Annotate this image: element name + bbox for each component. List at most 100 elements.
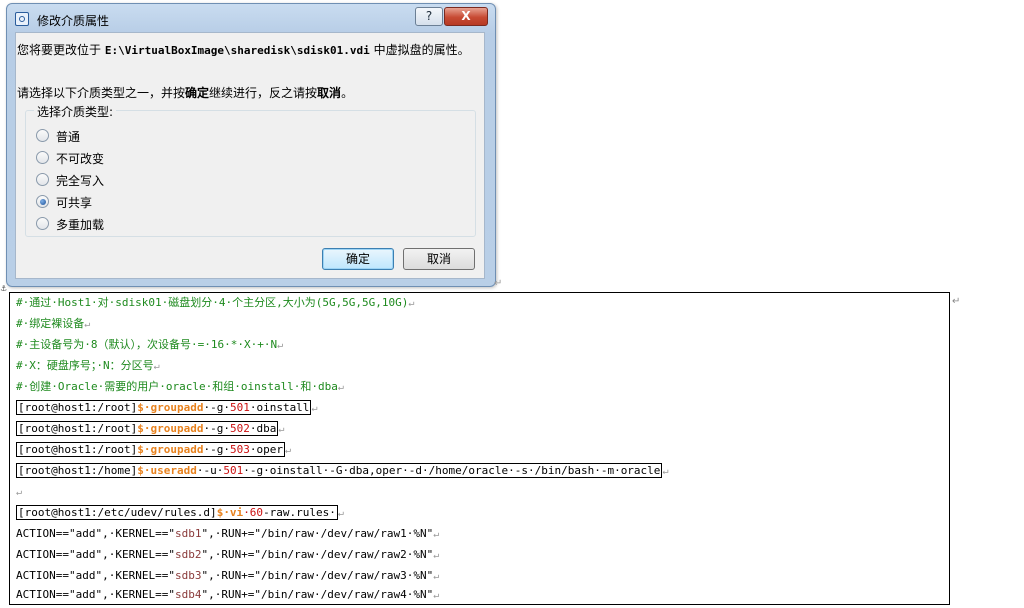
- comment-line: #·绑定裸设备↵: [16, 314, 90, 333]
- paragraph-mark-icon: ↵: [433, 550, 440, 561]
- radio-writethrough-label: 完全写入: [56, 174, 105, 188]
- udev-rule-line: ACTION=="add",·KERNEL=="sdb2",·RUN+="/bi…: [16, 545, 439, 564]
- command-number: 502: [229, 422, 250, 435]
- message-prefix: 您将要更改位于: [17, 43, 102, 57]
- command-args: ·-g·oinstall·-G·dba,oper·-d·/home/oracle…: [243, 464, 661, 477]
- close-button[interactable]: X: [444, 7, 488, 26]
- shell-prompt: [root@host1:/root]: [18, 422, 138, 435]
- command-args: ·dba: [249, 422, 277, 435]
- dialog-titlebar[interactable]: 修改介质属性 ? X: [7, 4, 495, 30]
- command-name: ·vi: [223, 506, 244, 519]
- command-args: ·-g·: [203, 443, 230, 456]
- paragraph-mark-icon: ↵: [952, 296, 961, 307]
- radio-normal-label: 普通: [56, 130, 81, 144]
- command-number: 501: [229, 401, 250, 414]
- paragraph-mark-icon: ↵: [153, 361, 160, 372]
- radio-multiattach-label: 多重加载: [56, 218, 105, 232]
- cancel-button[interactable]: 取消: [403, 248, 475, 270]
- ok-button[interactable]: 确定: [322, 248, 394, 270]
- rule-prefix: ACTION=="add",·KERNEL==": [16, 527, 175, 540]
- command-line: [root@host1:/root]$·groupadd·-g·503·oper…: [16, 440, 291, 459]
- instruction-part1: 请选择以下介质类型之一，并按: [17, 86, 186, 100]
- command-name: ·useradd: [143, 464, 197, 477]
- rule-prefix: ACTION=="add",·KERNEL==": [16, 548, 175, 561]
- comment-text: #·通过·Host1·对·sdisk01·磁盘划分·4·个主分区,大小为(5G,…: [16, 296, 409, 309]
- rule-prefix: ACTION=="add",·KERNEL==": [16, 588, 175, 601]
- paragraph-mark-icon: ↵: [16, 487, 23, 498]
- command-args: ·-u·: [196, 464, 224, 477]
- instruction-ok: 确定: [185, 86, 210, 100]
- anchor-icon: ⚓: [0, 284, 8, 293]
- comment-text: #·绑定裸设备: [16, 317, 85, 330]
- paragraph-mark-icon: ↵: [494, 278, 503, 289]
- dialog-message: 您将要更改位于 E:\VirtualBoxImage\sharedisk\sdi…: [17, 42, 479, 59]
- command-args: ·oper: [249, 443, 283, 456]
- radio-multiattach-icon[interactable]: [36, 217, 49, 230]
- rule-device: sdb1: [174, 527, 202, 540]
- paragraph-mark-icon: ↵: [337, 508, 344, 519]
- udev-rule-line: ACTION=="add",·KERNEL=="sdb1",·RUN+="/bi…: [16, 524, 439, 543]
- paragraph-mark-icon: ↵: [433, 590, 440, 601]
- rule-suffix: ",·RUN+="/bin/raw·/dev/raw/raw1·%N": [201, 527, 434, 540]
- blank-line: ↵: [16, 482, 22, 501]
- command-box: [root@host1:/root]$·groupadd·-g·502·dba: [16, 421, 279, 436]
- command-line: [root@host1:/home]$·useradd·-u·501·-g·oi…: [16, 461, 668, 480]
- radio-shareable-icon[interactable]: [36, 195, 49, 208]
- message-suffix: 中虚拟盘的属性。: [373, 43, 470, 57]
- comment-line: #·创建·Oracle·需要的用户·oracle·和组·oinstall·和·d…: [16, 377, 344, 396]
- command-number: ·60: [243, 506, 264, 519]
- dollar-sign: $: [137, 422, 144, 435]
- command-box: [root@host1:/etc/udev/rules.d]$·vi·60-ra…: [16, 505, 338, 520]
- shell-prompt: [root@host1:/root]: [18, 443, 138, 456]
- medium-type-group-label: 选择介质类型:: [34, 103, 117, 120]
- paragraph-mark-icon: ↵: [284, 445, 291, 456]
- command-line: [root@host1:/root]$·groupadd·-g·502·dba ↵: [16, 419, 284, 438]
- rule-suffix: ",·RUN+="/bin/raw·/dev/raw/raw2·%N": [201, 548, 434, 561]
- command-name: ·groupadd: [143, 443, 204, 456]
- radio-normal-icon[interactable]: [36, 129, 49, 142]
- dollar-sign: $: [137, 443, 144, 456]
- radio-writethrough-icon[interactable]: [36, 173, 49, 186]
- paragraph-mark-icon: ↵: [662, 466, 669, 477]
- paragraph-mark-icon: ↵: [84, 319, 91, 330]
- paragraph-mark-icon: ↵: [408, 298, 415, 309]
- command-name: ·groupadd: [143, 401, 204, 414]
- shell-prompt: [root@host1:/etc/udev/rules.d]: [18, 506, 217, 519]
- rule-device: sdb4: [174, 588, 202, 601]
- instruction-end: 。: [341, 86, 354, 100]
- comment-text: #·X：硬盘序号；·N：分区号: [16, 359, 154, 372]
- paragraph-mark-icon: ↵: [337, 382, 344, 393]
- comment-text: #·创建·Oracle·需要的用户·oracle·和组·oinstall·和·d…: [16, 380, 338, 393]
- comment-text: #·主设备号为·8（默认），次设备号·=·16·*·X·+·N: [16, 338, 278, 351]
- command-args: ·oinstall: [249, 401, 310, 414]
- help-button[interactable]: ?: [415, 7, 443, 26]
- command-box: [root@host1:/root]$·groupadd·-g·503·oper: [16, 442, 285, 457]
- comment-line: #·主设备号为·8（默认），次设备号·=·16·*·X·+·N↵: [16, 335, 283, 354]
- radio-immutable-label: 不可改变: [56, 152, 105, 166]
- disk-path: E:\VirtualBoxImage\sharedisk\sdisk01.vdi: [104, 44, 370, 57]
- udev-rule-line: ACTION=="add",·KERNEL=="sdb3",·RUN+="/bi…: [16, 566, 439, 585]
- paragraph-mark-icon: ↵: [277, 340, 284, 351]
- dialog-title: 修改介质属性: [37, 14, 110, 28]
- rule-suffix: ",·RUN+="/bin/raw·/dev/raw/raw3·%N": [201, 569, 434, 582]
- paragraph-mark-icon: ↵: [278, 424, 285, 435]
- rule-device: sdb3: [174, 569, 202, 582]
- radio-immutable-icon[interactable]: [36, 151, 49, 164]
- comment-line: #·通过·Host1·对·sdisk01·磁盘划分·4·个主分区,大小为(5G,…: [16, 293, 414, 312]
- instruction-cancel: 取消: [317, 86, 342, 100]
- command-args: ·-g·: [203, 422, 230, 435]
- paragraph-mark-icon: ↵: [311, 403, 318, 414]
- shell-prompt: [root@host1:/root]: [18, 401, 138, 414]
- dollar-sign: $: [137, 464, 144, 477]
- paragraph-mark-icon: ↵: [433, 529, 440, 540]
- dollar-sign: $: [137, 401, 144, 414]
- dialog-instruction: 请选择以下介质类型之一，并按确定继续进行，反之请按取消。: [17, 84, 353, 101]
- command-number: 503: [229, 443, 250, 456]
- command-line: [root@host1:/etc/udev/rules.d]$·vi·60-ra…: [16, 503, 344, 522]
- rule-device: sdb2: [174, 548, 202, 561]
- comment-line: #·X：硬盘序号；·N：分区号↵: [16, 356, 160, 375]
- instruction-part2: 继续进行，反之请按: [209, 86, 318, 100]
- rule-suffix: ",·RUN+="/bin/raw·/dev/raw/raw4·%N": [201, 588, 434, 601]
- udev-rule-line: ACTION=="add",·KERNEL=="sdb4",·RUN+="/bi…: [16, 585, 439, 604]
- command-box: [root@host1:/root]$·groupadd·-g·501·oins…: [16, 400, 312, 415]
